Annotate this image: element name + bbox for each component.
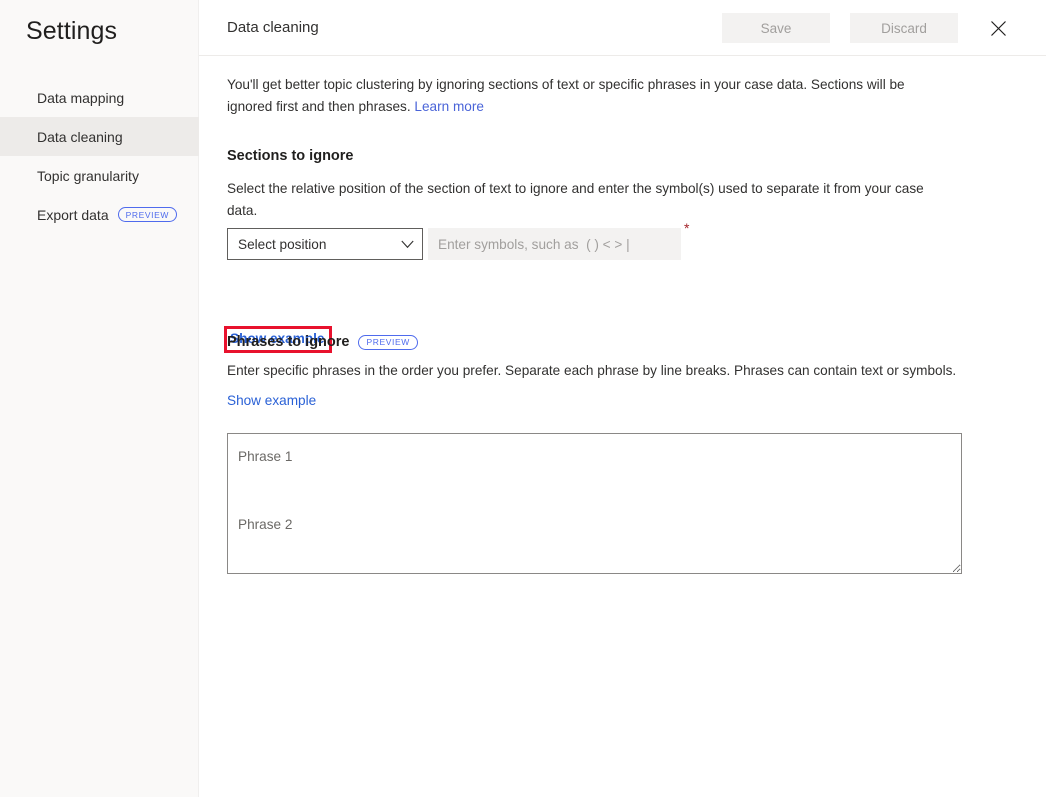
- preview-badge: PREVIEW: [358, 334, 418, 350]
- panel-header: Data cleaning Save Discard: [199, 0, 1046, 56]
- preview-badge: PREVIEW: [117, 207, 178, 222]
- select-position-dropdown[interactable]: Select position: [227, 228, 423, 260]
- intro-text: You'll get better topic clustering by ig…: [227, 77, 905, 114]
- symbols-input[interactable]: [428, 228, 681, 260]
- phrases-textarea[interactable]: [227, 433, 962, 574]
- sidebar-item-data-mapping[interactable]: Data mapping: [0, 78, 199, 117]
- required-marker: *: [684, 220, 690, 236]
- sidebar-item-topic-granularity[interactable]: Topic granularity: [0, 156, 199, 195]
- page-title: Settings: [26, 17, 118, 45]
- sidebar-item-data-cleaning[interactable]: Data cleaning: [0, 117, 199, 156]
- sidebar-item-export-data[interactable]: Export data PREVIEW: [0, 195, 199, 234]
- settings-sidebar: Settings Data mapping Data cleaning Topi…: [0, 0, 199, 797]
- select-position-value: Select position: [238, 236, 327, 252]
- learn-more-link[interactable]: Learn more: [414, 99, 484, 114]
- close-icon: [990, 20, 1007, 37]
- sidebar-nav: Data mapping Data cleaning Topic granula…: [0, 78, 199, 234]
- panel-title: Data cleaning: [227, 19, 319, 36]
- chevron-down-icon: [401, 240, 414, 249]
- discard-button[interactable]: Discard: [850, 13, 958, 43]
- intro-paragraph: You'll get better topic clustering by ig…: [227, 74, 939, 118]
- sidebar-item-label: Data cleaning: [37, 128, 123, 145]
- sections-to-ignore-heading: Sections to ignore: [227, 148, 354, 164]
- sections-heading-label: Sections to ignore: [227, 148, 354, 164]
- sections-to-ignore-description: Select the relative position of the sect…: [227, 181, 924, 218]
- sidebar-item-label: Data mapping: [37, 89, 125, 106]
- sidebar-item-label: Export data: [37, 206, 109, 223]
- phrases-to-ignore-description: Enter specific phrases in the order you …: [227, 363, 957, 378]
- sidebar-item-label: Topic granularity: [37, 167, 139, 184]
- show-example-phrases-link[interactable]: Show example: [227, 393, 316, 408]
- main-panel: Data cleaning Save Discard You'll get be…: [199, 0, 1046, 797]
- phrases-heading-label: Phrases to ignore: [227, 334, 350, 350]
- phrases-to-ignore-heading: Phrases to ignore PREVIEW: [227, 334, 418, 350]
- close-button[interactable]: [983, 13, 1013, 43]
- save-button[interactable]: Save: [722, 13, 830, 43]
